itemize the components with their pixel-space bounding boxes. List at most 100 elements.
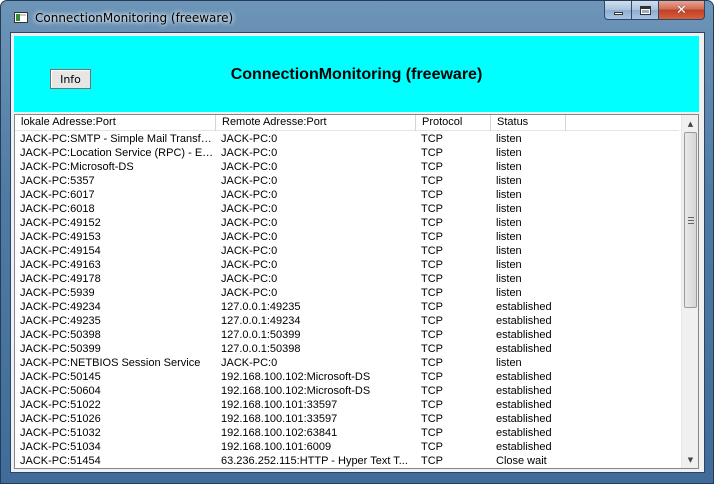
cell-protocol: TCP bbox=[421, 301, 443, 313]
cell-remote-address: 127.0.0.1:50398 bbox=[221, 343, 301, 355]
cell-local-address: JACK-PC:49234 bbox=[20, 301, 101, 313]
cell-remote-address: JACK-PC:0 bbox=[221, 133, 278, 145]
cell-local-address: JACK-PC:50399 bbox=[20, 343, 101, 355]
cell-protocol: TCP bbox=[421, 273, 443, 285]
column-header-remote[interactable]: Remote Adresse:Port bbox=[216, 115, 416, 131]
window-title: ConnectionMonitoring (freeware) bbox=[35, 11, 234, 25]
cell-remote-address: JACK-PC:0 bbox=[221, 203, 278, 215]
cell-local-address: JACK-PC:Location Service (RPC) - EP... bbox=[20, 147, 216, 159]
minimize-icon bbox=[613, 11, 623, 15]
cell-remote-address: JACK-PC:0 bbox=[221, 357, 278, 369]
table-row[interactable]: JACK-PC:49163 JACK-PC:0 TCP listen bbox=[15, 258, 679, 272]
caption-buttons: ✕ bbox=[604, 1, 705, 21]
table-row[interactable]: JACK-PC:5357 JACK-PC:0 TCP listen bbox=[15, 174, 679, 188]
table-row[interactable]: JACK-PC:49154 JACK-PC:0 TCP listen bbox=[15, 244, 679, 258]
cell-remote-address: JACK-PC:0 bbox=[221, 175, 278, 187]
cell-remote-address: 192.168.100.101:6009 bbox=[221, 441, 332, 453]
cell-remote-address: JACK-PC:0 bbox=[221, 273, 278, 285]
table-row[interactable]: JACK-PC:6017 JACK-PC:0 TCP listen bbox=[15, 188, 679, 202]
cell-status: established bbox=[496, 441, 552, 453]
cell-status: listen bbox=[496, 217, 522, 229]
client-area: Info ConnectionMonitoring (freeware) lok… bbox=[10, 32, 705, 473]
table-row[interactable]: JACK-PC:Location Service (RPC) - EP... JA… bbox=[15, 146, 679, 160]
table-row[interactable]: JACK-PC:51032 192.168.100.102:63841 TCP est… bbox=[15, 426, 679, 440]
cell-local-address: JACK-PC:49235 bbox=[20, 315, 101, 327]
cell-local-address: JACK-PC:51034 bbox=[20, 441, 101, 453]
cell-protocol: TCP bbox=[421, 133, 443, 145]
table-row[interactable]: JACK-PC:NETBIOS Session Service JACK-PC:0… bbox=[15, 356, 679, 370]
cell-local-address: JACK-PC:6017 bbox=[20, 189, 95, 201]
cell-status: established bbox=[496, 399, 552, 411]
cell-protocol: TCP bbox=[421, 203, 443, 215]
app-heading-text: ConnectionMonitoring (freeware) bbox=[230, 66, 483, 83]
cell-status: listen bbox=[496, 245, 522, 257]
app-icon[interactable] bbox=[14, 12, 28, 23]
table-row[interactable]: JACK-PC:49235 127.0.0.1:49234 TCP establish… bbox=[15, 314, 679, 328]
cell-local-address: JACK-PC:50398 bbox=[20, 329, 101, 341]
table-row[interactable]: JACK-PC:SMTP - Simple Mail Transfer ... J… bbox=[15, 132, 679, 146]
app-heading: ConnectionMonitoring (freeware) bbox=[14, 66, 699, 84]
cell-local-address: JACK-PC:Microsoft-DS bbox=[20, 161, 134, 173]
list-rows: JACK-PC:SMTP - Simple Mail Transfer ... J… bbox=[15, 132, 679, 468]
scroll-thumb[interactable] bbox=[684, 132, 697, 308]
cell-local-address: JACK-PC:49178 bbox=[20, 273, 101, 285]
scroll-down-icon[interactable]: ▼ bbox=[682, 451, 698, 468]
table-row[interactable]: JACK-PC:49234 127.0.0.1:49235 TCP establish… bbox=[15, 300, 679, 314]
title-bar[interactable]: ConnectionMonitoring (freeware) ✕ bbox=[1, 1, 713, 33]
table-row[interactable]: JACK-PC:49178 JACK-PC:0 TCP listen bbox=[15, 272, 679, 286]
cell-remote-address: 192.168.100.102:Microsoft-DS bbox=[221, 371, 371, 383]
table-row[interactable]: JACK-PC:50145 192.168.100.102:Microsoft-D… bbox=[15, 370, 679, 384]
table-row[interactable]: JACK-PC:Microsoft-DS JACK-PC:0 TCP listen bbox=[15, 160, 679, 174]
cell-protocol: TCP bbox=[421, 231, 443, 243]
cell-protocol: TCP bbox=[421, 259, 443, 271]
cell-protocol: TCP bbox=[421, 315, 443, 327]
list-header: lokale Adresse:Port Remote Adresse:Port … bbox=[15, 115, 679, 131]
cell-remote-address: 127.0.0.1:49235 bbox=[221, 301, 301, 313]
table-row[interactable]: JACK-PC:49152 JACK-PC:0 TCP listen bbox=[15, 216, 679, 230]
cell-protocol: TCP bbox=[421, 329, 443, 341]
close-button[interactable]: ✕ bbox=[659, 1, 705, 20]
cell-protocol: TCP bbox=[421, 455, 443, 467]
cell-remote-address: JACK-PC:0 bbox=[221, 231, 278, 243]
cell-local-address: JACK-PC:51454 bbox=[20, 455, 101, 467]
column-header-local[interactable]: lokale Adresse:Port bbox=[15, 115, 216, 131]
connection-list[interactable]: lokale Adresse:Port Remote Adresse:Port … bbox=[14, 114, 699, 469]
cell-status: listen bbox=[496, 259, 522, 271]
minimize-button[interactable] bbox=[604, 1, 632, 20]
cell-status: Close wait bbox=[496, 455, 547, 467]
column-header-protocol[interactable]: Protocol bbox=[416, 115, 491, 131]
cell-remote-address: JACK-PC:0 bbox=[221, 287, 278, 299]
cell-status: established bbox=[496, 329, 552, 341]
cell-remote-address: JACK-PC:0 bbox=[221, 259, 278, 271]
cell-local-address: JACK-PC:50604 bbox=[20, 385, 101, 397]
cell-status: established bbox=[496, 427, 552, 439]
table-row[interactable]: JACK-PC:49153 JACK-PC:0 TCP listen bbox=[15, 230, 679, 244]
close-icon: ✕ bbox=[676, 2, 687, 18]
table-row[interactable]: JACK-PC:51454 63.236.252.115:HTTP - Hyper… bbox=[15, 454, 679, 468]
cell-remote-address: JACK-PC:0 bbox=[221, 189, 278, 201]
table-row[interactable]: JACK-PC:51026 192.168.100.101:33597 TCP est… bbox=[15, 412, 679, 426]
table-row[interactable]: JACK-PC:51022 192.168.100.101:33597 TCP est… bbox=[15, 398, 679, 412]
table-row[interactable]: JACK-PC:50398 127.0.0.1:50399 TCP establish… bbox=[15, 328, 679, 342]
cell-status: established bbox=[496, 413, 552, 425]
cell-local-address: JACK-PC:49154 bbox=[20, 245, 101, 257]
cell-status: listen bbox=[496, 147, 522, 159]
table-row[interactable]: JACK-PC:51034 192.168.100.101:6009 TCP esta… bbox=[15, 440, 679, 454]
cell-remote-address: 127.0.0.1:49234 bbox=[221, 315, 301, 327]
cell-local-address: JACK-PC:49163 bbox=[20, 259, 101, 271]
cell-status: established bbox=[496, 315, 552, 327]
cell-local-address: JACK-PC:51022 bbox=[20, 399, 101, 411]
grip-icon bbox=[688, 217, 694, 224]
cell-status: established bbox=[496, 301, 552, 313]
scroll-up-icon[interactable]: ▲ bbox=[682, 115, 698, 132]
table-row[interactable]: JACK-PC:50399 127.0.0.1:50398 TCP establish… bbox=[15, 342, 679, 356]
table-row[interactable]: JACK-PC:5939 JACK-PC:0 TCP listen bbox=[15, 286, 679, 300]
maximize-button[interactable] bbox=[632, 1, 659, 20]
cell-remote-address: 192.168.100.102:Microsoft-DS bbox=[221, 385, 371, 397]
column-header-status[interactable]: Status bbox=[491, 115, 566, 131]
vertical-scrollbar[interactable]: ▲ ▼ bbox=[681, 115, 698, 468]
table-row[interactable]: JACK-PC:50604 192.168.100.102:Microsoft-D… bbox=[15, 384, 679, 398]
cell-protocol: TCP bbox=[421, 441, 443, 453]
cell-protocol: TCP bbox=[421, 161, 443, 173]
table-row[interactable]: JACK-PC:6018 JACK-PC:0 TCP listen bbox=[15, 202, 679, 216]
